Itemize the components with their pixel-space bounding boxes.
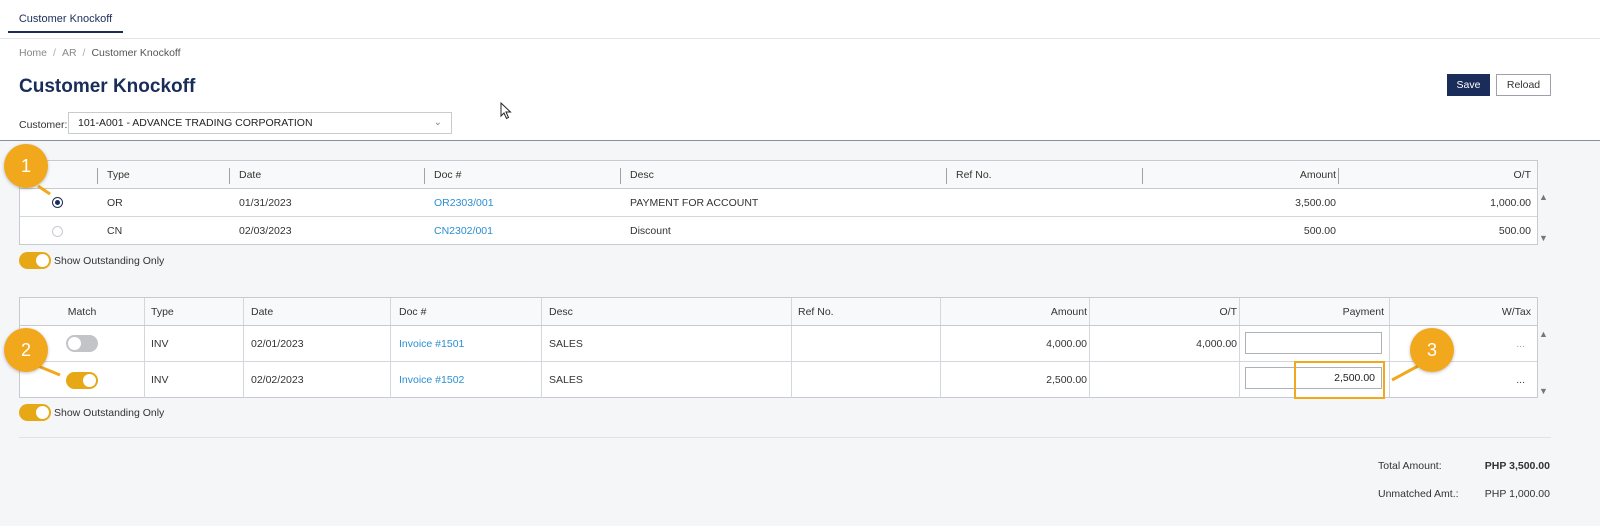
callout-badge: 2 [4,328,48,372]
highlight-box [1294,361,1385,399]
callout-badge: 1 [4,144,48,188]
callout-badge: 3 [1410,328,1454,372]
callout-pointers [37,184,1419,382]
